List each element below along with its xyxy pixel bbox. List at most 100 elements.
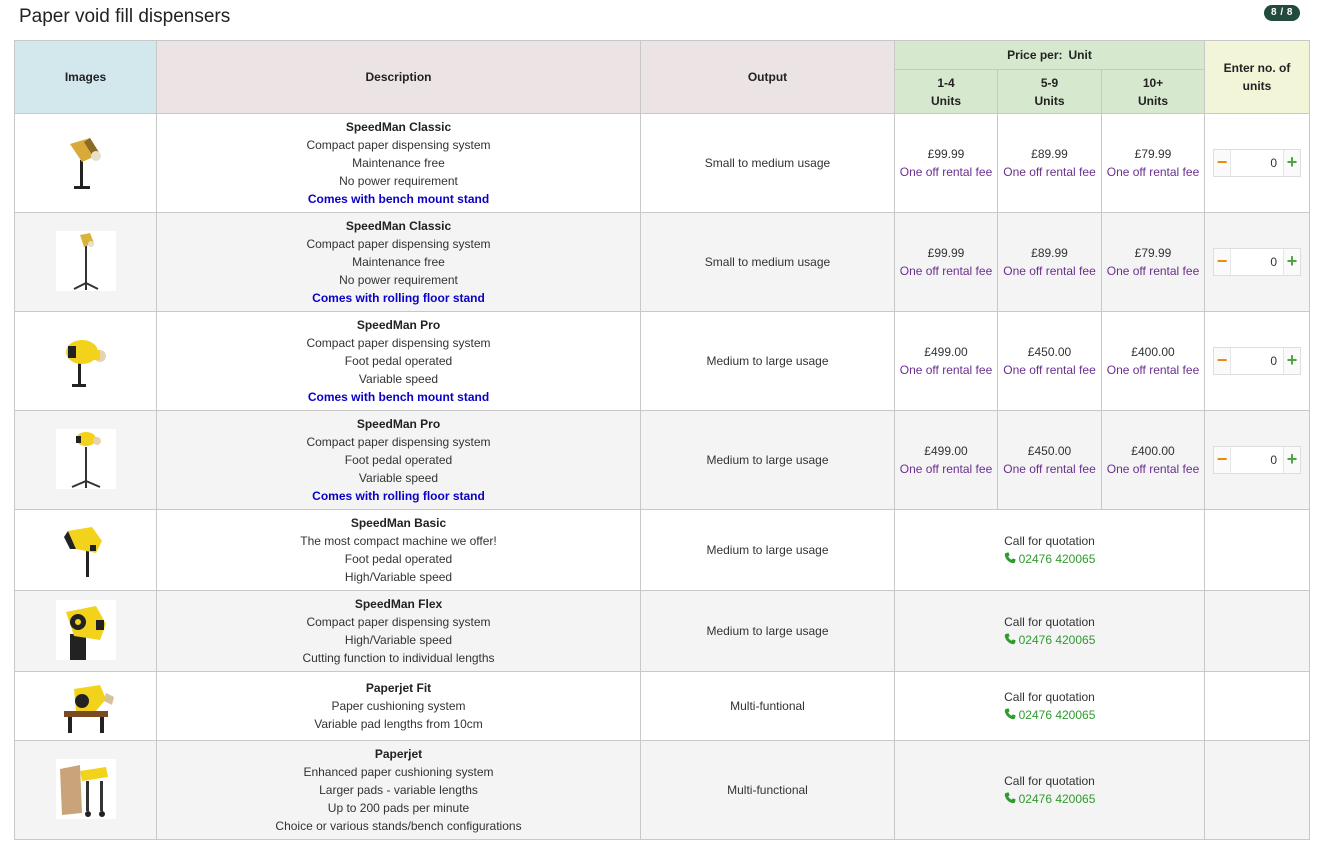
products-table: Images Description Output Price per: Unit… [14,40,1310,840]
product-feature: Compact paper dispensing system [306,435,491,449]
output-cell: Multi-functional [640,740,895,840]
phone-icon [1004,707,1016,720]
tier-range: 5-9 [1040,75,1059,90]
table-row: Paperjet Fit Paper cushioning system Var… [14,671,1310,741]
increment-button[interactable]: + [1283,447,1300,473]
decrement-button[interactable]: − [1214,348,1231,374]
output-cell: Small to medium usage [640,212,895,312]
description-cell: SpeedMan Classic Compact paper dispensin… [156,113,641,213]
header-price-per: Price per: Unit [894,40,1205,70]
rental-note: One off rental fee [1003,462,1096,476]
qty-cell-empty [1204,740,1310,840]
product-image-cell [14,410,157,510]
product-title: SpeedMan Pro [356,318,441,332]
page-count-badge: 8 / 8 [1264,5,1300,21]
product-image-cell [14,590,157,672]
product-feature: Paper cushioning system [331,699,466,713]
tier-range: 10+ [1142,75,1164,90]
product-feature: Foot pedal operated [344,453,453,467]
price-value: £89.99 [1031,246,1068,260]
price-cell: £450.00 One off rental fee [997,311,1102,411]
quotation-cell: Call for quotation 02476 420065 [894,671,1205,741]
output-cell: Medium to large usage [640,509,895,591]
product-feature: Choice or various stands/bench configura… [275,819,522,833]
quantity-input[interactable] [1231,447,1283,473]
price-cell: £99.99 One off rental fee [894,212,998,312]
price-cell: £79.99 One off rental fee [1101,212,1205,312]
rental-note: One off rental fee [899,462,993,476]
product-stand-note: Comes with rolling floor stand [312,489,485,503]
tier-range: 1-4 [937,75,955,90]
product-title: SpeedMan Pro [356,417,441,431]
qty-cell: − + [1204,212,1310,312]
product-title: SpeedMan Flex [354,597,443,611]
description-cell: SpeedMan Basic The most compact machine … [156,509,641,591]
quantity-input[interactable] [1231,249,1283,275]
quantity-stepper: − + [1213,248,1301,276]
qty-cell: − + [1204,311,1310,411]
output-cell: Medium to large usage [640,311,895,411]
product-feature: Foot pedal operated [344,354,453,368]
quantity-input[interactable] [1231,150,1283,176]
price-cell: £400.00 One off rental fee [1101,410,1205,510]
description-cell: Paperjet Fit Paper cushioning system Var… [156,671,641,741]
product-image-cell [14,740,157,840]
phone-link[interactable]: 02476 420065 [895,790,1204,808]
paperjet-image [55,758,116,819]
call-for-quotation: Call for quotation [1004,615,1095,629]
table-row: SpeedMan Pro Compact paper dispensing sy… [14,311,1310,411]
call-for-quotation: Call for quotation [1004,690,1095,704]
header-description: Description [156,40,641,114]
product-feature: Enhanced paper cushioning system [303,765,494,779]
phone-link[interactable]: 02476 420065 [895,706,1204,724]
price-value: £89.99 [1031,147,1068,161]
description-cell: SpeedMan Pro Compact paper dispensing sy… [156,311,641,411]
phone-link[interactable]: 02476 420065 [895,550,1204,568]
call-for-quotation: Call for quotation [1004,534,1095,548]
product-feature: High/Variable speed [344,570,453,584]
price-cell: £400.00 One off rental fee [1101,311,1205,411]
price-value: £450.00 [1027,345,1072,359]
product-feature: Variable speed [358,471,439,485]
qty-cell-empty [1204,590,1310,672]
decrement-button[interactable]: − [1214,447,1231,473]
product-stand-note: Comes with bench mount stand [307,192,490,206]
product-feature: Cutting function to individual lengths [302,651,495,665]
price-cell: £89.99 One off rental fee [997,212,1102,312]
speedman-basic-image [56,519,116,579]
product-image-cell [14,113,157,213]
decrement-button[interactable]: − [1214,150,1231,176]
product-image-cell [14,311,157,411]
qty-cell: − + [1204,113,1310,213]
increment-button[interactable]: + [1283,150,1300,176]
product-image-cell [14,212,157,312]
description-cell: SpeedMan Pro Compact paper dispensing sy… [156,410,641,510]
product-feature: No power requirement [339,273,458,287]
table-row: SpeedMan Classic Compact paper dispensin… [14,113,1310,213]
quotation-cell: Call for quotation 02476 420065 [894,590,1205,672]
price-cell: £99.99 One off rental fee [894,113,998,213]
header-output: Output [640,40,895,114]
qty-cell-empty [1204,509,1310,591]
phone-number: 02476 420065 [1018,792,1096,806]
table-row: SpeedMan Basic The most compact machine … [14,509,1310,591]
product-feature: Maintenance free [352,156,445,170]
phone-number: 02476 420065 [1018,552,1096,566]
increment-button[interactable]: + [1283,249,1300,275]
price-value: £99.99 [927,246,965,260]
phone-link[interactable]: 02476 420065 [895,631,1204,649]
phone-icon [1004,632,1016,645]
table-row: SpeedMan Classic Compact paper dispensin… [14,212,1310,312]
quantity-stepper: − + [1213,446,1301,474]
rental-note: One off rental fee [899,264,993,278]
product-title: SpeedMan Classic [345,120,452,134]
quantity-input[interactable] [1231,348,1283,374]
product-feature: Variable speed [358,372,439,386]
increment-button[interactable]: + [1283,348,1300,374]
product-feature: Larger pads - variable lengths [319,783,478,797]
price-per-label: Price per: [1007,48,1063,62]
decrement-button[interactable]: − [1214,249,1231,275]
phone-number: 02476 420065 [1018,708,1096,722]
rental-note: One off rental fee [1106,165,1200,179]
price-value: £79.99 [1134,147,1172,161]
